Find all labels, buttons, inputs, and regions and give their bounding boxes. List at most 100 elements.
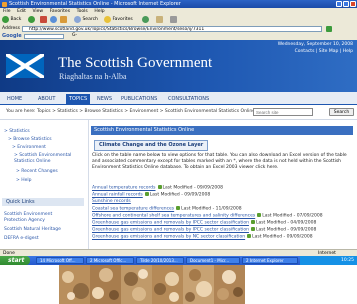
system-tray: 10:25 <box>300 256 357 265</box>
table-link[interactable]: Annual rainfall records <box>92 193 143 198</box>
climate-change-section-button[interactable]: Climate Change and the Ozone Layer <box>94 140 209 151</box>
refresh-button[interactable] <box>50 16 57 23</box>
table-row: Greenhouse gas emissions and removals by… <box>92 220 316 226</box>
photo-thumbnail <box>214 265 245 304</box>
table-row: Greenhouse gas emissions and removals by… <box>92 234 313 240</box>
table-row: Sunshine records <box>92 199 131 204</box>
home-icon <box>60 16 67 23</box>
site-search-input[interactable] <box>253 108 313 116</box>
table-link[interactable]: Annual temperature records <box>92 186 156 191</box>
last-modified: Last Modified - 09/09/2008 <box>252 234 313 240</box>
sidebar-item-environment[interactable]: > Environment <box>12 145 46 150</box>
sidebar-item-seso[interactable]: > Scottish Environmental <box>14 153 71 158</box>
site-search-button[interactable]: Search <box>329 108 354 116</box>
excel-icon[interactable] <box>250 220 255 224</box>
table-row: Offshore and continental shelf sea tempe… <box>92 213 323 219</box>
photo-thumbnail <box>59 265 90 304</box>
table-row: Greenhouse gas emissions and removals by… <box>92 227 316 233</box>
taskbar-item-tilde[interactable]: Tilde 20/10/2013... <box>136 257 184 264</box>
maximize-button[interactable] <box>343 1 349 7</box>
quick-link-sepa[interactable]: Scottish Environment <box>4 212 52 217</box>
nav-about[interactable]: ABOUT <box>35 94 58 104</box>
window-title: Scottish Environmental Statistics Online… <box>9 1 181 7</box>
table-row: Annual temperature records Last Modified … <box>92 185 223 191</box>
table-link[interactable]: Coastal sea temperature differences <box>92 207 174 212</box>
back-button[interactable]: Back <box>2 16 21 23</box>
page-title: Scottish Environmental Statistics Online <box>91 126 353 135</box>
mail-icon <box>156 16 163 23</box>
last-modified: Last Modified - 09/09/2008 <box>149 192 211 198</box>
intro-paragraph: Click on the table name below to view op… <box>92 153 347 170</box>
excel-icon[interactable] <box>176 206 181 210</box>
table-link[interactable]: Greenhouse gas emissions and removals by… <box>92 228 249 233</box>
sidebar-item-browse[interactable]: > Browse Statistics <box>8 137 52 142</box>
search-icon <box>74 16 81 23</box>
taskbar-item-word[interactable]: Document1 - Micr... <box>186 257 240 264</box>
history-button[interactable] <box>142 16 149 23</box>
table-link[interactable]: Greenhouse gas emissions and removals by… <box>92 235 245 240</box>
sidebar-item-recent-changes[interactable]: > Recent Changes <box>16 169 58 174</box>
go-icon[interactable] <box>326 26 332 32</box>
minimize-button[interactable] <box>336 1 342 7</box>
nav-home[interactable]: HOME <box>4 94 25 104</box>
photo-thumbnail <box>152 265 183 304</box>
refresh-icon <box>50 16 57 23</box>
mail-button[interactable] <box>156 16 163 23</box>
nav-topics[interactable]: TOPICS <box>66 94 91 104</box>
taskbar-item-ie[interactable]: 2 Internet Explorer <box>242 257 298 264</box>
table-link[interactable]: Greenhouse gas emissions and removals by… <box>92 221 249 226</box>
photo-strip <box>0 265 357 304</box>
quick-link-defra[interactable]: DEFRA e-digest <box>4 236 39 241</box>
table-row: Annual rainfall records Last Modified - 0… <box>92 192 210 198</box>
forward-arrow-icon <box>28 16 35 23</box>
sidebar-item-seso-cont[interactable]: Statistics Online <box>14 159 51 164</box>
sidebar-item-help[interactable]: > Help <box>16 178 31 183</box>
taskbar-item-office[interactable]: 14 Microsoft Off... <box>36 257 84 264</box>
table-link[interactable]: Offshore and continental shelf sea tempe… <box>92 214 255 219</box>
nav-news[interactable]: NEWS <box>94 94 115 104</box>
site-subtitle: Riaghaltas na h-Alba <box>59 72 127 81</box>
sidebar-item-statistics[interactable]: > Statistics <box>4 129 30 134</box>
star-icon <box>104 16 111 23</box>
address-input[interactable]: http://www.scotland.gov.uk/Topics/Statis… <box>22 26 322 32</box>
excel-icon[interactable] <box>144 192 149 196</box>
clock: 10:25 <box>341 258 354 263</box>
table-link[interactable]: Sunshine records <box>92 199 131 204</box>
last-modified: Last Modified - 04/09/2008 <box>255 220 317 226</box>
forward-button[interactable] <box>28 16 35 23</box>
table-row: Coastal sea temperature differences Last … <box>92 206 242 212</box>
nav-consultations[interactable]: CONSULTATIONS <box>165 94 212 104</box>
last-modified: Last Modified - 11/09/2008 <box>181 206 242 212</box>
quick-link-snh[interactable]: Scottish Natural Heritage <box>4 227 61 232</box>
photo-thumbnail <box>183 265 214 304</box>
site-title[interactable]: The Scottish Government <box>58 55 212 72</box>
google-search-input[interactable] <box>24 34 64 39</box>
back-label: Back <box>10 17 22 22</box>
history-icon <box>142 16 149 23</box>
ie-app-icon <box>2 1 7 7</box>
photo-thumbnail <box>121 265 152 304</box>
saltire-flag-icon <box>6 54 44 78</box>
excel-icon[interactable] <box>257 213 262 217</box>
quick-link-sepa-cont[interactable]: Protection Agency <box>4 218 45 223</box>
stop-button[interactable] <box>40 16 47 23</box>
taskbar-item-office2[interactable]: 2 Microsoft Offic... <box>86 257 134 264</box>
utility-links[interactable]: Contacts | Site Map | Help <box>295 49 353 54</box>
main-content: Scottish Environmental Statistics Online… <box>89 120 357 249</box>
site-header: Wednesday, September 10, 2008 Contacts |… <box>0 40 357 92</box>
window-titlebar: Scottish Environmental Statistics Online… <box>0 0 357 8</box>
google-go-button[interactable]: G- <box>72 33 77 38</box>
close-button[interactable] <box>350 1 356 7</box>
breadcrumb[interactable]: You are here: Topics > Statistics > Brow… <box>6 109 255 114</box>
search-button[interactable]: Search <box>74 16 98 23</box>
address-label: Address <box>2 26 20 31</box>
start-button[interactable]: start <box>0 256 30 265</box>
favorites-button[interactable]: Favorites <box>104 16 133 23</box>
stop-icon <box>40 16 47 23</box>
home-button[interactable] <box>60 16 67 23</box>
excel-icon[interactable] <box>247 234 252 238</box>
excel-icon[interactable] <box>250 227 255 231</box>
excel-icon[interactable] <box>157 185 162 189</box>
print-button[interactable] <box>170 16 177 23</box>
nav-publications[interactable]: PUBLICATIONS <box>118 94 160 104</box>
